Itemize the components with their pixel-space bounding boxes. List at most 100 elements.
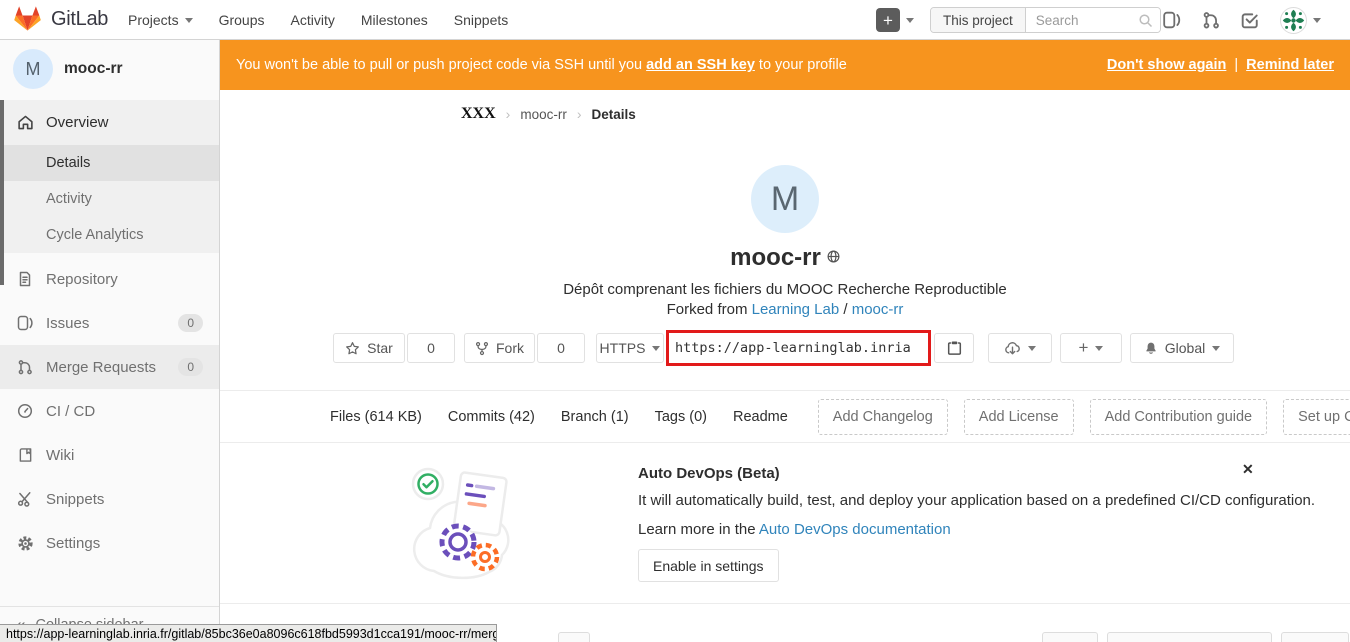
- caret-down-icon: [1028, 346, 1036, 351]
- issues-icon: [16, 315, 34, 331]
- dont-show-again-link[interactable]: Don't show again: [1107, 57, 1226, 73]
- project-title-text: mooc-rr: [730, 244, 821, 271]
- gitlab-project-page: GitLab Projects Groups Activity Mileston…: [0, 0, 1350, 642]
- ssh-warning-banner: You won't be able to pull or push projec…: [220, 40, 1350, 90]
- nav-activity[interactable]: Activity: [291, 12, 335, 28]
- copy-url-button[interactable]: [934, 333, 974, 363]
- public-visibility-icon: [827, 250, 840, 263]
- search-scope-label[interactable]: This project: [931, 8, 1026, 32]
- plus-icon: +: [1079, 338, 1089, 358]
- browser-status-bar: https://app-learninglab.inria.fr/gitlab/…: [0, 624, 497, 642]
- add-dropdown[interactable]: +: [1060, 333, 1122, 363]
- fork-button[interactable]: Fork: [464, 333, 535, 363]
- sidebar-item-cycle-analytics[interactable]: Cycle Analytics: [0, 217, 219, 253]
- setup-cicd-button[interactable]: Set up CI/CD: [1283, 399, 1350, 435]
- sidebar-item-settings[interactable]: Settings: [0, 521, 219, 565]
- forked-prefix: Forked from: [667, 301, 752, 318]
- sidebar-item-label: Issues: [46, 315, 89, 332]
- sidebar-item-details[interactable]: Details: [0, 145, 219, 181]
- add-changelog-button[interactable]: Add Changelog: [818, 399, 948, 435]
- partial-button[interactable]: [1107, 632, 1272, 642]
- bell-icon: [1144, 341, 1158, 356]
- files-link[interactable]: Files (614 KB): [330, 409, 422, 425]
- home-icon: [16, 114, 34, 131]
- breadcrumb-separator: ›: [506, 106, 511, 122]
- forked-namespace-link[interactable]: Learning Lab: [752, 301, 840, 318]
- nav-snippets[interactable]: Snippets: [454, 12, 508, 28]
- notification-dropdown[interactable]: Global: [1130, 333, 1234, 363]
- project-title: mooc-rr: [220, 244, 1350, 272]
- auto-devops-learn-more: Learn more in the Auto DevOps documentat…: [638, 521, 951, 538]
- auto-devops-callout: Auto DevOps (Beta) ✕ It will automatical…: [220, 443, 1350, 604]
- sidebar-project-header[interactable]: M mooc-rr: [0, 40, 219, 100]
- fork-count[interactable]: 0: [537, 333, 585, 363]
- banner-text-prefix: You won't be able to pull or push projec…: [236, 57, 646, 73]
- todos-icon[interactable]: [1241, 11, 1259, 29]
- forked-project-link[interactable]: mooc-rr: [852, 301, 904, 318]
- close-icon[interactable]: ✕: [1242, 461, 1254, 478]
- star-icon: [345, 341, 360, 356]
- copy-icon: [947, 340, 962, 356]
- issues-count-badge: 0: [178, 314, 203, 332]
- issues-icon[interactable]: [1162, 11, 1181, 29]
- caret-down-icon: [1212, 346, 1220, 351]
- nav-groups[interactable]: Groups: [219, 12, 265, 28]
- partial-button[interactable]: [1042, 632, 1098, 642]
- banner-separator: |: [1234, 57, 1238, 73]
- breadcrumb: XXX › mooc-rr › Details: [461, 105, 636, 123]
- star-count[interactable]: 0: [407, 333, 455, 363]
- sidebar-item-issues[interactable]: Issues 0: [0, 301, 219, 345]
- sidebar-item-merge-requests[interactable]: Merge Requests 0: [0, 345, 219, 389]
- branch-link[interactable]: Branch (1): [561, 409, 629, 425]
- star-button[interactable]: Star: [333, 333, 405, 363]
- breadcrumb-namespace[interactable]: XXX: [461, 105, 496, 123]
- sidebar-item-ci-cd[interactable]: CI / CD: [0, 389, 219, 433]
- nav-milestones[interactable]: Milestones: [361, 12, 428, 28]
- user-menu[interactable]: [1280, 7, 1321, 34]
- sidebar-item-label: Merge Requests: [46, 359, 156, 376]
- protocol-dropdown[interactable]: HTTPS: [596, 333, 664, 363]
- sidebar-item-activity[interactable]: Activity: [0, 181, 219, 217]
- main-content: XXX › mooc-rr › Details M mooc-rr Dépôt …: [220, 90, 1350, 642]
- enable-in-settings-button[interactable]: Enable in settings: [638, 549, 779, 582]
- merge-requests-icon[interactable]: [1202, 11, 1220, 29]
- new-menu[interactable]: +: [876, 8, 914, 32]
- clone-url-annotation-box: [666, 330, 931, 366]
- project-description: Dépôt comprenant les fichiers du MOOC Re…: [220, 281, 1350, 298]
- sidebar-scrollbar[interactable]: [0, 100, 4, 285]
- gear-icon: [16, 535, 34, 552]
- partial-button[interactable]: [558, 632, 590, 642]
- search-icon: [1138, 13, 1154, 29]
- breadcrumb-project[interactable]: mooc-rr: [520, 107, 567, 122]
- commits-link[interactable]: Commits (42): [448, 409, 535, 425]
- sidebar-item-overview[interactable]: Overview: [0, 100, 219, 145]
- sidebar-item-wiki[interactable]: Wiki: [0, 433, 219, 477]
- add-license-button[interactable]: Add License: [964, 399, 1074, 435]
- book-icon: [16, 447, 34, 463]
- sidebar-item-repository[interactable]: Repository: [0, 257, 219, 301]
- download-dropdown[interactable]: [988, 333, 1052, 363]
- nav-projects[interactable]: Projects: [128, 12, 193, 28]
- banner-text-suffix: to your profile: [755, 57, 847, 73]
- project-avatar-small: M: [13, 49, 53, 89]
- gitlab-logo[interactable]: GitLab: [14, 6, 108, 32]
- plus-icon: +: [876, 8, 900, 32]
- fork-label: Fork: [496, 340, 524, 356]
- project-avatar: M: [751, 165, 819, 233]
- remind-later-link[interactable]: Remind later: [1246, 57, 1334, 73]
- project-sidebar: M mooc-rr Overview Details Activity Cycl…: [0, 40, 220, 642]
- readme-link[interactable]: Readme: [733, 409, 788, 425]
- auto-devops-doc-link[interactable]: Auto DevOps documentation: [759, 521, 951, 538]
- sidebar-item-label: Wiki: [46, 447, 74, 464]
- add-ssh-key-link[interactable]: add an SSH key: [646, 57, 755, 73]
- caret-down-icon: [652, 346, 660, 351]
- sidebar-item-label: Settings: [46, 535, 100, 552]
- clone-url-input[interactable]: [669, 340, 928, 356]
- add-contribution-guide-button[interactable]: Add Contribution guide: [1090, 399, 1268, 435]
- tags-link[interactable]: Tags (0): [655, 409, 707, 425]
- sidebar-item-label: Overview: [46, 114, 109, 131]
- auto-devops-title: Auto DevOps (Beta): [638, 465, 780, 482]
- partial-button[interactable]: [1281, 632, 1349, 642]
- breadcrumb-current[interactable]: Details: [592, 107, 636, 122]
- sidebar-item-snippets[interactable]: Snippets: [0, 477, 219, 521]
